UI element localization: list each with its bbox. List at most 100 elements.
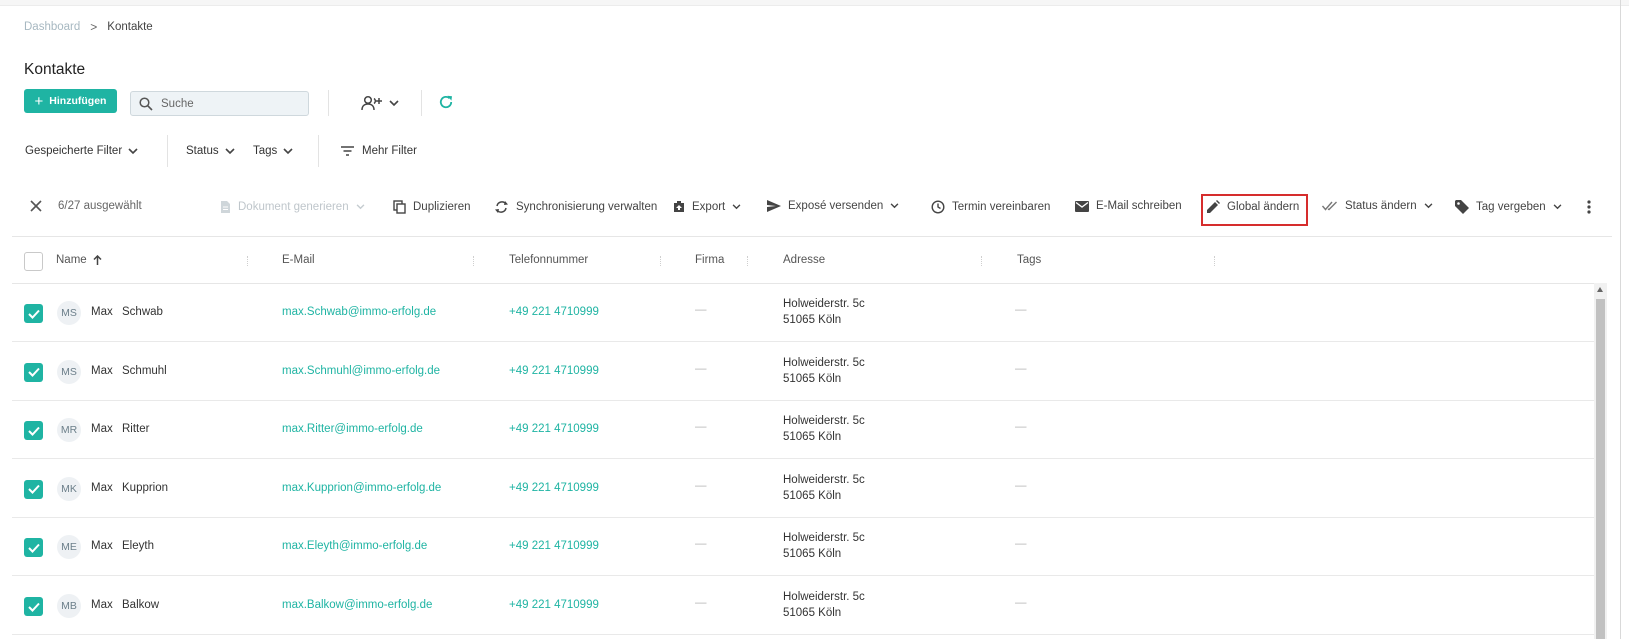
phone-link[interactable]: +49 221 4710999 (509, 423, 599, 435)
more-filter-button[interactable]: Mehr Filter (341, 145, 417, 157)
table-row[interactable]: MS Max Schmuhl max.Schmuhl@immo-erfolg.de +4… (12, 343, 1600, 401)
global-change-button[interactable]: Global ändern (1207, 200, 1299, 213)
column-header-adresse[interactable]: Adresse (783, 254, 825, 266)
duplicate-button[interactable]: Duplizieren (393, 200, 471, 214)
chevron-down-icon (1553, 204, 1562, 210)
email-link[interactable]: max.Kupprion@immo-erfolg.de (282, 482, 441, 494)
table-row[interactable]: MR Max Ritter max.Ritter@immo-erfolg.de +49 … (12, 401, 1600, 460)
send-expose-dropdown[interactable]: Exposé versenden (767, 200, 899, 212)
email-link[interactable]: max.Schwab@immo-erfolg.de (282, 306, 436, 318)
status-change-dropdown[interactable]: Status ändern (1322, 200, 1433, 212)
table-row[interactable]: ME Max Eleyth max.Eleyth@immo-erfolg.de +49 … (12, 518, 1600, 577)
phone-link[interactable]: +49 221 4710999 (509, 599, 599, 611)
address-street: Holweiderstr. 5c (783, 473, 865, 486)
address-street: Holweiderstr. 5c (783, 356, 865, 369)
add-button[interactable]: + Hinzufügen (24, 89, 117, 113)
row-checkbox[interactable] (24, 479, 43, 499)
first-name: Max (91, 423, 113, 436)
tags-filter-dropdown[interactable]: Tags (253, 145, 293, 157)
sync-icon (494, 200, 509, 214)
column-resize-handle[interactable] (473, 256, 475, 266)
arrow-up-icon (93, 255, 102, 265)
company-cell: — (695, 421, 707, 434)
email-link[interactable]: max.Eleyth@immo-erfolg.de (282, 540, 427, 552)
chevron-down-icon (732, 203, 741, 210)
table-row[interactable]: MK Max Kupprion max.Kupprion@immo-erfolg.de… (12, 460, 1600, 518)
email-button[interactable]: E-Mail schreiben (1075, 200, 1182, 212)
export-label: Export (692, 200, 726, 213)
scroll-up-arrow-icon[interactable] (1597, 287, 1603, 292)
email-link[interactable]: max.Balkow@immo-erfolg.de (282, 599, 432, 611)
breadcrumb-dashboard[interactable]: Dashboard (24, 21, 80, 33)
row-checkbox[interactable] (24, 362, 43, 382)
select-all-checkbox[interactable] (24, 252, 43, 271)
chevron-down-icon (389, 99, 399, 107)
column-resize-handle[interactable] (747, 256, 749, 266)
search-icon (139, 96, 153, 111)
breadcrumb: Dashboard > Kontakte (24, 20, 153, 34)
status-filter-dropdown[interactable]: Status (186, 145, 235, 157)
generate-document-label: Dokument generieren (238, 201, 349, 213)
assign-tag-dropdown[interactable]: Tag vergeben (1455, 200, 1562, 214)
column-header-email[interactable]: E-Mail (282, 254, 315, 266)
copy-icon (393, 200, 406, 214)
phone-link[interactable]: +49 221 4710999 (509, 365, 599, 377)
phone-link[interactable]: +49 221 4710999 (509, 540, 599, 552)
refresh-icon (438, 94, 454, 110)
saved-filter-dropdown[interactable]: Gespeicherte Filter (25, 145, 138, 157)
more-actions-button[interactable] (1587, 200, 1591, 214)
avatar: ME (57, 535, 81, 560)
breadcrumb-separator: > (90, 20, 98, 34)
phone-link[interactable]: +49 221 4710999 (509, 306, 599, 318)
email-link[interactable]: max.Schmuhl@immo-erfolg.de (282, 365, 440, 377)
column-resize-handle[interactable] (981, 256, 983, 266)
table-row[interactable]: MB Max Balkow max.Balkow@immo-erfolg.de +49 … (12, 577, 1600, 635)
column-header-phone[interactable]: Telefonnummer (509, 254, 588, 266)
clock-icon (931, 200, 945, 214)
export-dropdown[interactable]: Export (673, 200, 741, 213)
address-city: 51065 Köln (783, 314, 842, 326)
double-check-icon (1322, 201, 1338, 211)
add-button-label: Hinzufügen (49, 95, 107, 107)
company-cell: — (695, 597, 707, 609)
search-input[interactable] (161, 97, 301, 110)
chevron-down-icon (356, 204, 365, 210)
tags-cell: — (1015, 304, 1027, 316)
search-box[interactable] (130, 91, 309, 116)
column-header-firma[interactable]: Firma (695, 254, 724, 266)
scrollbar-thumb[interactable] (1596, 299, 1605, 639)
appointment-button[interactable]: Termin vereinbaren (931, 200, 1050, 214)
generate-document-dropdown[interactable]: Dokument generieren (220, 200, 365, 214)
column-header-tags[interactable]: Tags (1017, 254, 1041, 266)
vertical-scrollbar[interactable] (1594, 283, 1607, 639)
email-link[interactable]: max.Ritter@immo-erfolg.de (282, 423, 423, 435)
add-person-dropdown[interactable] (361, 95, 399, 111)
refresh-button[interactable] (438, 94, 454, 110)
phone-link[interactable]: +49 221 4710999 (509, 482, 599, 494)
column-header-name[interactable]: Name (56, 254, 102, 266)
row-checkbox[interactable] (24, 597, 43, 616)
chevron-down-icon (283, 147, 293, 155)
address-city: 51065 Köln (783, 607, 842, 619)
avatar: MK (57, 476, 81, 501)
check-icon (27, 543, 40, 553)
sync-button[interactable]: Synchronisierung verwalten (494, 200, 657, 214)
status-change-label: Status ändern (1345, 200, 1417, 212)
tag-icon (1455, 200, 1469, 214)
row-checkbox[interactable] (24, 538, 43, 558)
tags-filter-label: Tags (253, 145, 278, 157)
column-resize-handle[interactable] (1214, 256, 1216, 266)
column-resize-handle[interactable] (247, 256, 249, 266)
row-checkbox[interactable] (24, 304, 43, 323)
tags-cell: — (1015, 362, 1027, 375)
column-resize-handle[interactable] (660, 256, 662, 266)
check-icon (27, 485, 40, 495)
tags-cell: — (1015, 421, 1027, 434)
row-checkbox[interactable] (24, 421, 43, 441)
clear-selection-button[interactable] (30, 200, 42, 212)
tags-cell: — (1015, 538, 1027, 551)
table-row[interactable]: MS Max Schwab max.Schwab@immo-erfolg.de +49 … (12, 284, 1600, 342)
first-name: Max (91, 540, 113, 553)
tags-cell: — (1015, 479, 1027, 492)
saved-filter-label: Gespeicherte Filter (25, 145, 123, 157)
